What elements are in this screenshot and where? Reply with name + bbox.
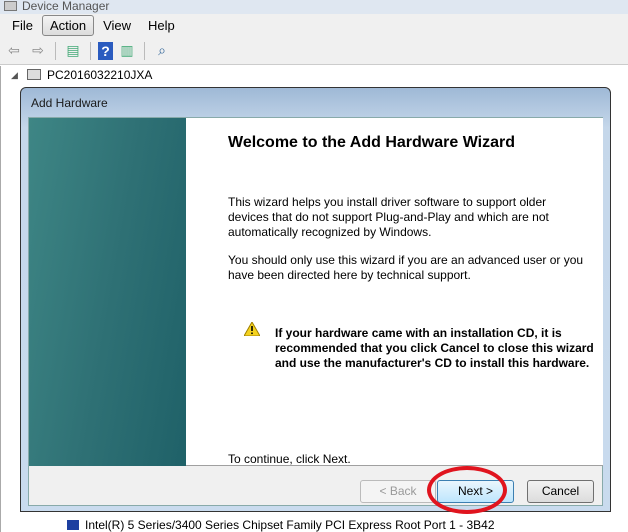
warning-icon [244,322,260,336]
add-hardware-dialog: Add Hardware Welcome to the Add Hardware… [20,87,611,512]
console-tree-icon[interactable]: ▤ [63,42,83,60]
wizard-side-panel [29,118,186,466]
window-title-bar: Device Manager [0,0,628,14]
menu-file[interactable]: File [4,15,41,36]
next-button[interactable]: Next > [437,480,514,503]
pci-device-icon [67,520,79,530]
collapse-arrow-icon[interactable]: ◢ [11,70,18,81]
tree-item[interactable]: Intel(R) 5 Series/3400 Series Chipset Fa… [85,518,495,532]
warning-text: If your hardware came with an installati… [275,326,594,370]
action-pane-icon[interactable]: ▥ [117,42,137,60]
scan-hardware-icon[interactable]: ⌕ [152,42,172,60]
cancel-button[interactable]: Cancel [527,480,594,503]
dialog-body: Welcome to the Add Hardware Wizard This … [28,117,603,506]
back-arrow-icon[interactable]: ⇦ [4,42,24,60]
computer-icon [27,69,41,80]
menu-action[interactable]: Action [41,15,95,36]
toolbar-separator [55,41,56,60]
forward-arrow-icon[interactable]: ⇨ [28,42,48,60]
toolbar-separator [144,41,145,60]
menu-bar: File Action View Help [0,14,628,37]
help-icon[interactable]: ? [98,41,113,60]
continue-text: To continue, click Next. [228,452,351,466]
toolbar: ⇦ ⇨ ▤ ? ▥ ⌕ [0,37,628,65]
menu-help[interactable]: Help [140,15,183,36]
device-manager-icon [4,1,17,11]
dialog-title: Add Hardware [31,96,108,110]
window-title: Device Manager [22,0,110,13]
wizard-description: This wizard helps you install driver sof… [228,195,549,239]
wizard-content: Welcome to the Add Hardware Wizard This … [186,118,603,466]
toolbar-separator [90,41,91,60]
wizard-advice: You should only use this wizard if you a… [228,253,584,282]
tree-root[interactable]: PC2016032210JXA [47,68,152,82]
menu-view[interactable]: View [95,15,139,36]
back-button[interactable]: < Back [360,480,436,503]
wizard-heading: Welcome to the Add Hardware Wizard [228,134,516,151]
